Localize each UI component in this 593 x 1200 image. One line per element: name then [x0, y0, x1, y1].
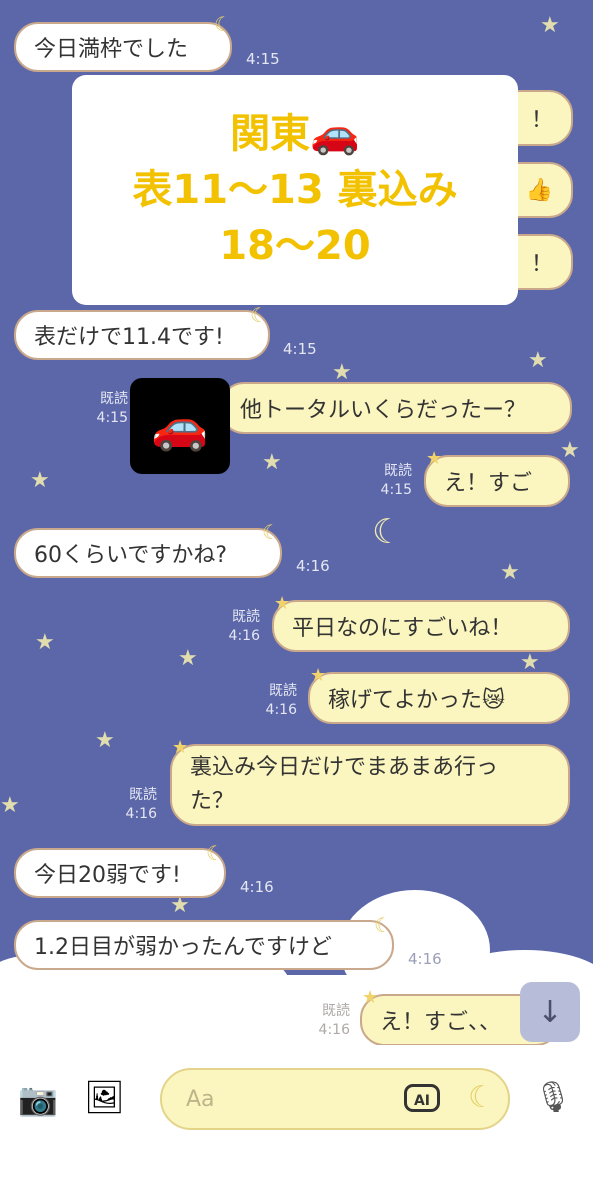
- moon-icon: ☾: [214, 12, 232, 36]
- moon-icon: ☾: [206, 841, 224, 865]
- moon-icon: ☾: [372, 512, 403, 552]
- message-time: 4:15: [246, 50, 280, 68]
- star-icon: ★: [0, 793, 20, 818]
- star-icon: ★: [274, 593, 291, 614]
- overlay-line: 関東🚗: [230, 111, 360, 157]
- star-icon: ★: [310, 665, 327, 686]
- message-bubble-sent[interactable]: 他トータルいくらだったー？: [220, 382, 572, 434]
- star-icon: ★: [500, 560, 520, 585]
- star-icon: ★: [30, 468, 50, 493]
- message-bubble-received[interactable]: 今日満枠でした: [14, 22, 232, 72]
- star-icon: ★: [170, 893, 190, 918]
- input-placeholder: Aa: [186, 1087, 215, 1112]
- star-icon: ★: [520, 650, 540, 675]
- message-time: 4:16: [296, 557, 330, 575]
- image-icon[interactable]: 🖼: [84, 1081, 125, 1113]
- overlay-line: 表11〜13 裏込み: [132, 167, 458, 213]
- star-icon: ★: [540, 13, 560, 38]
- star-icon: ★: [262, 450, 282, 475]
- star-icon: ★: [528, 348, 548, 373]
- star-icon: ★: [560, 438, 580, 463]
- message-bubble-received[interactable]: 今日20弱です!: [14, 848, 226, 898]
- moon-icon[interactable]: ☾: [468, 1080, 495, 1115]
- star-icon: ★: [172, 737, 189, 758]
- read-receipt: 既読 4:16: [125, 787, 157, 822]
- composer-bar: 📷 🖼 Aa AI ☾ 🎙: [0, 1045, 593, 1200]
- message-bubble-received[interactable]: 表だけで11.4です!: [14, 310, 270, 360]
- star-icon: ★: [95, 728, 115, 753]
- message-time: 4:15: [283, 340, 317, 358]
- read-receipt: 既読 4:16: [228, 609, 260, 644]
- microphone-icon[interactable]: 🎙: [534, 1080, 572, 1115]
- message-bubble-received[interactable]: 60くらいですかね?: [14, 528, 282, 578]
- overlay-line: 18〜20: [219, 223, 371, 269]
- star-icon: ★: [362, 987, 379, 1008]
- moon-icon: ☾: [250, 303, 268, 327]
- message-bubble-sent[interactable]: え！すご: [424, 455, 570, 507]
- message-bubble-sent[interactable]: 裏込み今日だけでまあまあ行っ た？: [170, 744, 570, 826]
- message-bubble-received[interactable]: 1.2日目が弱かったんですけど: [14, 920, 394, 970]
- scroll-down-icon: ↓: [537, 994, 563, 1030]
- moon-icon: ☾: [374, 913, 392, 937]
- star-icon: ★: [35, 630, 55, 655]
- camera-icon[interactable]: 📷: [18, 1083, 58, 1115]
- read-receipt: 既読 4:16: [265, 683, 297, 718]
- message-input[interactable]: Aa AI ☾: [160, 1068, 510, 1130]
- chat-screen: ★ ★ ★ ★ ★ ★ ★ ★ ★ ★ ★ ★ ★ ☾ ☾ 今日満枠でした ☾ …: [0, 0, 593, 1200]
- scroll-down-button[interactable]: ↓: [520, 982, 580, 1042]
- moon-icon: ☾: [262, 520, 280, 544]
- message-bubble-sent[interactable]: 稼げてよかった😿: [308, 672, 570, 724]
- read-receipt: 既読 4:15: [380, 463, 412, 498]
- star-icon: ★: [178, 646, 198, 671]
- star-icon: ★: [332, 360, 352, 385]
- message-time: 4:16: [240, 878, 274, 896]
- caption-overlay: 関東🚗 表11〜13 裏込み 18〜20: [72, 75, 518, 305]
- message-time: 4:16: [408, 950, 442, 968]
- read-receipt: 既読 4:16: [318, 1003, 350, 1038]
- star-icon: ★: [426, 448, 443, 469]
- read-receipt: 既読 4:15: [96, 391, 128, 426]
- car-image: 🚗: [130, 378, 230, 474]
- message-bubble-sent[interactable]: 平日なのにすごいね！: [272, 600, 570, 652]
- ai-icon[interactable]: AI: [404, 1084, 440, 1112]
